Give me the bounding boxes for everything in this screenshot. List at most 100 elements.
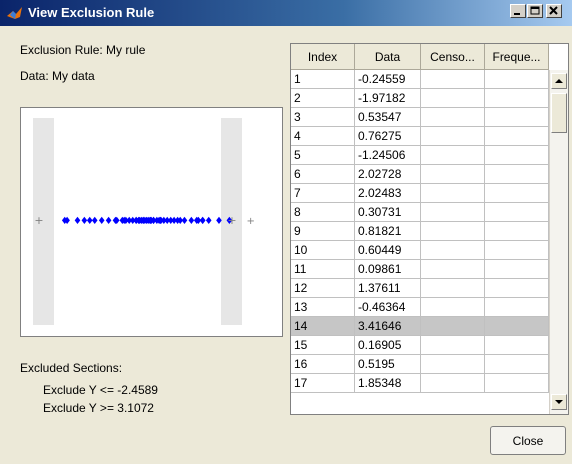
vertical-scrollbar[interactable] bbox=[549, 70, 568, 414]
cell-censoring[interactable] bbox=[421, 165, 485, 184]
table-row[interactable]: 6 2.02728 bbox=[291, 165, 549, 184]
cell-frequency[interactable] bbox=[485, 260, 549, 279]
table-row[interactable]: 17 1.85348 bbox=[291, 374, 549, 393]
cell-index[interactable]: 15 bbox=[291, 336, 355, 355]
cell-index[interactable]: 14 bbox=[291, 317, 355, 336]
cell-frequency[interactable] bbox=[485, 222, 549, 241]
cell-index[interactable]: 1 bbox=[291, 70, 355, 89]
cell-frequency[interactable] bbox=[485, 70, 549, 89]
cell-index[interactable]: 12 bbox=[291, 279, 355, 298]
cell-data[interactable]: 1.37611 bbox=[355, 279, 421, 298]
cell-data[interactable]: 3.41646 bbox=[355, 317, 421, 336]
table-row[interactable]: 13 -0.46364 bbox=[291, 298, 549, 317]
cell-index[interactable]: 11 bbox=[291, 260, 355, 279]
cell-frequency[interactable] bbox=[485, 108, 549, 127]
cell-data[interactable]: 1.85348 bbox=[355, 374, 421, 393]
cell-index[interactable]: 3 bbox=[291, 108, 355, 127]
table-row[interactable]: 5 -1.24506 bbox=[291, 146, 549, 165]
cell-data[interactable]: 0.53547 bbox=[355, 108, 421, 127]
close-button[interactable]: Close bbox=[490, 426, 566, 455]
column-header-data[interactable]: Data bbox=[355, 44, 421, 70]
scrollbar-thumb[interactable] bbox=[551, 93, 567, 133]
cell-data[interactable]: 0.30731 bbox=[355, 203, 421, 222]
cell-frequency[interactable] bbox=[485, 127, 549, 146]
cell-data[interactable]: -1.24506 bbox=[355, 146, 421, 165]
cell-censoring[interactable] bbox=[421, 89, 485, 108]
cell-index[interactable]: 7 bbox=[291, 184, 355, 203]
cell-censoring[interactable] bbox=[421, 374, 485, 393]
cell-censoring[interactable] bbox=[421, 108, 485, 127]
cell-data[interactable]: 0.16905 bbox=[355, 336, 421, 355]
cell-frequency[interactable] bbox=[485, 279, 549, 298]
minimize-button[interactable] bbox=[510, 4, 526, 18]
cell-censoring[interactable] bbox=[421, 317, 485, 336]
cell-data[interactable]: 0.81821 bbox=[355, 222, 421, 241]
table-row[interactable]: 3 0.53547 bbox=[291, 108, 549, 127]
cell-censoring[interactable] bbox=[421, 355, 485, 374]
table-row[interactable]: 8 0.30731 bbox=[291, 203, 549, 222]
cell-data[interactable]: 0.76275 bbox=[355, 127, 421, 146]
table-row[interactable]: 7 2.02483 bbox=[291, 184, 549, 203]
table-row[interactable]: 9 0.81821 bbox=[291, 222, 549, 241]
cell-censoring[interactable] bbox=[421, 127, 485, 146]
table-row[interactable]: 15 0.16905 bbox=[291, 336, 549, 355]
cell-censoring[interactable] bbox=[421, 70, 485, 89]
table-row[interactable]: 12 1.37611 bbox=[291, 279, 549, 298]
data-table[interactable]: Index Data Censo... Freque... 1 -0.24559 2… bbox=[290, 43, 569, 415]
cell-index[interactable]: 8 bbox=[291, 203, 355, 222]
table-row[interactable]: 2 -1.97182 bbox=[291, 89, 549, 108]
cell-frequency[interactable] bbox=[485, 336, 549, 355]
cell-censoring[interactable] bbox=[421, 241, 485, 260]
cell-censoring[interactable] bbox=[421, 260, 485, 279]
cell-frequency[interactable] bbox=[485, 89, 549, 108]
cell-index[interactable]: 10 bbox=[291, 241, 355, 260]
cell-frequency[interactable] bbox=[485, 374, 549, 393]
cell-index[interactable]: 9 bbox=[291, 222, 355, 241]
cell-data[interactable]: -1.97182 bbox=[355, 89, 421, 108]
cell-censoring[interactable] bbox=[421, 298, 485, 317]
cell-frequency[interactable] bbox=[485, 355, 549, 374]
cell-frequency[interactable] bbox=[485, 184, 549, 203]
table-row[interactable]: 16 0.5195 bbox=[291, 355, 549, 374]
title-bar[interactable]: View Exclusion Rule bbox=[0, 0, 572, 26]
cell-index[interactable]: 16 bbox=[291, 355, 355, 374]
cell-data[interactable]: -0.46364 bbox=[355, 298, 421, 317]
cell-frequency[interactable] bbox=[485, 298, 549, 317]
column-header-frequency[interactable]: Freque... bbox=[485, 44, 549, 70]
cell-data[interactable]: 2.02483 bbox=[355, 184, 421, 203]
cell-data[interactable]: 0.60449 bbox=[355, 241, 421, 260]
close-window-button[interactable] bbox=[546, 4, 562, 18]
cell-frequency[interactable] bbox=[485, 203, 549, 222]
table-row[interactable]: 10 0.60449 bbox=[291, 241, 549, 260]
cell-frequency[interactable] bbox=[485, 165, 549, 184]
data-point: ♦ bbox=[215, 216, 224, 227]
cell-index[interactable]: 2 bbox=[291, 89, 355, 108]
cell-index[interactable]: 13 bbox=[291, 298, 355, 317]
table-row[interactable]: 11 0.09861 bbox=[291, 260, 549, 279]
column-header-index[interactable]: Index bbox=[291, 44, 355, 70]
cell-index[interactable]: 5 bbox=[291, 146, 355, 165]
cell-data[interactable]: 2.02728 bbox=[355, 165, 421, 184]
cell-censoring[interactable] bbox=[421, 336, 485, 355]
cell-frequency[interactable] bbox=[485, 146, 549, 165]
cell-index[interactable]: 4 bbox=[291, 127, 355, 146]
cell-data[interactable]: 0.09861 bbox=[355, 260, 421, 279]
scroll-up-button[interactable] bbox=[551, 73, 567, 89]
maximize-button[interactable] bbox=[527, 4, 543, 18]
table-row[interactable]: 14 3.41646 bbox=[291, 317, 549, 336]
column-header-censoring[interactable]: Censo... bbox=[421, 44, 485, 70]
cell-censoring[interactable] bbox=[421, 279, 485, 298]
scroll-down-button[interactable] bbox=[551, 394, 567, 410]
cell-censoring[interactable] bbox=[421, 146, 485, 165]
cell-data[interactable]: 0.5195 bbox=[355, 355, 421, 374]
cell-index[interactable]: 17 bbox=[291, 374, 355, 393]
cell-data[interactable]: -0.24559 bbox=[355, 70, 421, 89]
cell-index[interactable]: 6 bbox=[291, 165, 355, 184]
cell-censoring[interactable] bbox=[421, 222, 485, 241]
cell-censoring[interactable] bbox=[421, 203, 485, 222]
cell-censoring[interactable] bbox=[421, 184, 485, 203]
table-row[interactable]: 1 -0.24559 bbox=[291, 70, 549, 89]
cell-frequency[interactable] bbox=[485, 317, 549, 336]
cell-frequency[interactable] bbox=[485, 241, 549, 260]
table-row[interactable]: 4 0.76275 bbox=[291, 127, 549, 146]
